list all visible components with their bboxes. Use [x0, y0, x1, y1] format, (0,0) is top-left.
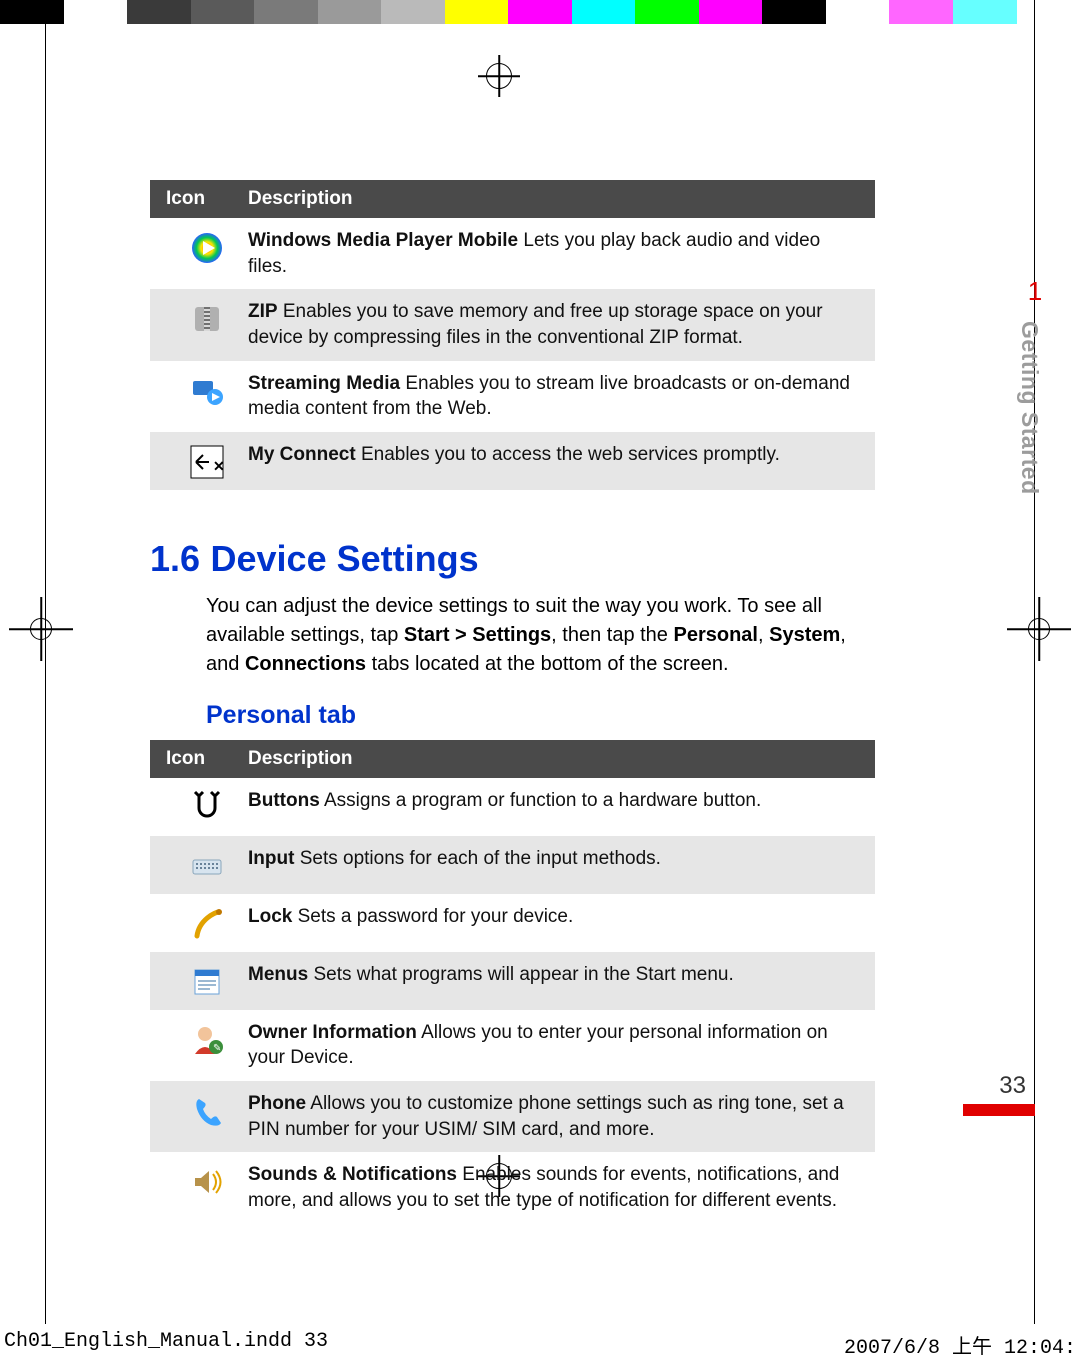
- table-row: Lock Sets a password for your device.: [150, 894, 875, 952]
- row-description: My Connect Enables you to access the web…: [248, 442, 859, 480]
- programs-table: Icon Description Windows Media Player Mo…: [150, 180, 875, 490]
- press-color-bar: [0, 0, 1080, 24]
- table-row: Sounds & Notifications Enables sounds fo…: [150, 1152, 875, 1223]
- table-row: Menus Sets what programs will appear in …: [150, 952, 875, 1010]
- section-heading: 1.6 Device Settings: [150, 538, 875, 580]
- chapter-title: Getting Started: [1016, 321, 1043, 495]
- imposition-footer: Ch01_English_Manual.indd 33 2007/6/8 上午 …: [0, 1330, 1080, 1360]
- chapter-side-tab: 1 Getting Started: [1016, 276, 1054, 495]
- page-content: Icon Description Windows Media Player Mo…: [150, 180, 875, 1224]
- row-description: Streaming Media Enables you to stream li…: [248, 371, 859, 422]
- buttons-icon: [189, 790, 225, 826]
- row-description: ZIP Enables you to save memory and free …: [248, 299, 859, 350]
- table-row: Streaming Media Enables you to stream li…: [150, 361, 875, 432]
- row-description: Owner Information Allows you to enter yo…: [248, 1020, 859, 1071]
- registration-mark-right: [1013, 603, 1065, 655]
- svg-text:✎: ✎: [213, 1043, 221, 1054]
- lock-icon: [189, 906, 225, 942]
- table-row: ZIP Enables you to save memory and free …: [150, 289, 875, 360]
- table-row: ✎ Owner Information Allows you to enter y…: [150, 1010, 875, 1081]
- table-row: Buttons Assigns a program or function to…: [150, 778, 875, 836]
- table-header: Icon Description: [150, 180, 875, 218]
- row-description: Buttons Assigns a program or function to…: [248, 788, 859, 826]
- input-icon: [189, 848, 225, 884]
- owner-icon: ✎: [189, 1022, 225, 1058]
- crop-line-left: [45, 0, 46, 1324]
- th-icon: Icon: [166, 188, 248, 210]
- table-row: ✕ My Connect Enables you to access the we…: [150, 432, 875, 490]
- row-description: Sounds & Notifications Enables sounds fo…: [248, 1162, 859, 1213]
- row-description: Phone Allows you to customize phone sett…: [248, 1091, 859, 1142]
- crop-line-right: [1034, 0, 1035, 1324]
- menus-icon: [189, 964, 225, 1000]
- page-number: 33: [999, 1072, 1026, 1100]
- row-description: Input Sets options for each of the input…: [248, 846, 859, 884]
- row-description: Menus Sets what programs will appear in …: [248, 962, 859, 1000]
- footer-timestamp: 2007/6/8 上午 12:04:: [844, 1330, 1076, 1360]
- row-description: Lock Sets a password for your device.: [248, 904, 859, 942]
- table-header: Icon Description: [150, 740, 875, 778]
- table-row: Windows Media Player Mobile Lets you pla…: [150, 218, 875, 289]
- side-red-marker: [963, 1104, 1035, 1116]
- zip-icon: [189, 301, 225, 337]
- section-intro: You can adjust the device settings to su…: [206, 592, 875, 679]
- row-description: Windows Media Player Mobile Lets you pla…: [248, 228, 859, 279]
- table-row: Phone Allows you to customize phone sett…: [150, 1081, 875, 1152]
- section-number: 1.6: [150, 538, 200, 579]
- table-row: Input Sets options for each of the input…: [150, 836, 875, 894]
- streaming-icon: [189, 373, 225, 409]
- th-icon: Icon: [166, 748, 248, 770]
- footer-filename: Ch01_English_Manual.indd 33: [4, 1330, 328, 1360]
- svg-text:✕: ✕: [213, 458, 225, 474]
- registration-mark-top: [478, 55, 520, 97]
- sounds-icon: [189, 1164, 225, 1200]
- th-description: Description: [248, 188, 859, 210]
- chapter-number: 1: [1016, 276, 1054, 307]
- section-title: Device Settings: [211, 538, 479, 579]
- personal-table: Icon Description Buttons Assigns a progr…: [150, 740, 875, 1224]
- wmp-icon: [189, 230, 225, 266]
- phone-icon: [189, 1093, 225, 1129]
- subsection-heading: Personal tab: [206, 701, 875, 730]
- myconnect-icon: ✕: [189, 444, 225, 480]
- th-description: Description: [248, 748, 859, 770]
- registration-mark-left: [15, 603, 67, 655]
